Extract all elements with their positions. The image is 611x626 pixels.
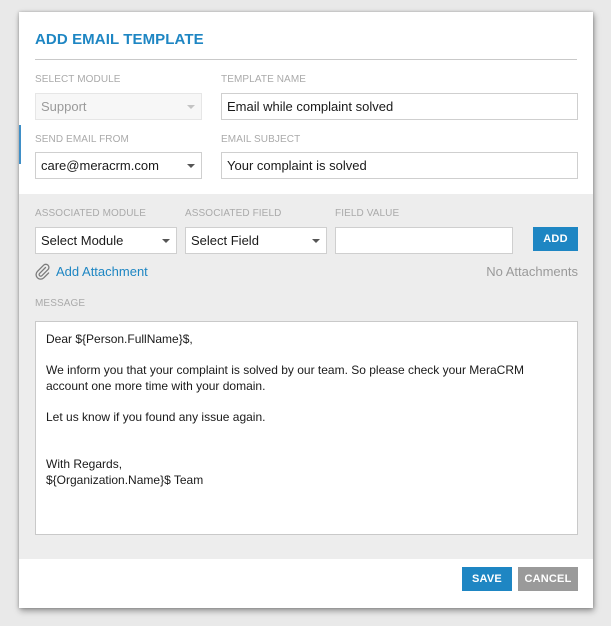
title-divider bbox=[35, 59, 577, 60]
send-email-from-dropdown[interactable]: care@meracrm.com bbox=[35, 152, 202, 179]
associated-module-value: Select Module bbox=[41, 233, 124, 248]
message-signature: ${Organization.Name}$ Team bbox=[46, 473, 204, 487]
associated-field-label: ASSOCIATED FIELD bbox=[185, 208, 282, 219]
send-email-from-value: care@meracrm.com bbox=[41, 158, 159, 173]
chevron-down-icon bbox=[162, 239, 170, 243]
message-editor[interactable]: Dear ${Person.FullName}$, We inform you … bbox=[35, 321, 578, 535]
template-name-label: TEMPLATE NAME bbox=[221, 74, 307, 85]
cancel-button[interactable]: CANCEL bbox=[518, 567, 578, 591]
associated-field-dropdown[interactable]: Select Field bbox=[185, 227, 327, 254]
email-subject-label: EMAIL SUBJECT bbox=[221, 134, 301, 145]
chevron-down-icon bbox=[312, 239, 320, 243]
add-field-button[interactable]: ADD bbox=[533, 227, 578, 251]
save-button[interactable]: SAVE bbox=[462, 567, 512, 591]
email-subject-value: Your complaint is solved bbox=[227, 158, 367, 173]
add-attachment-label: Add Attachment bbox=[56, 263, 148, 279]
select-module-dropdown: Support bbox=[35, 93, 202, 120]
field-value-label: FIELD VALUE bbox=[335, 208, 400, 219]
message-body-line: We inform you that your complaint is sol… bbox=[46, 363, 524, 377]
paperclip-icon bbox=[35, 263, 50, 280]
field-value-input[interactable] bbox=[335, 227, 513, 254]
field-value-text[interactable] bbox=[341, 228, 512, 253]
dialog-title: ADD EMAIL TEMPLATE bbox=[35, 31, 204, 48]
focus-accent-bar bbox=[19, 125, 21, 164]
message-greeting: Dear ${Person.FullName}$, bbox=[46, 332, 193, 346]
select-module-value: Support bbox=[41, 99, 87, 114]
message-body-line: Let us know if you found any issue again… bbox=[46, 410, 266, 424]
select-module-label: SELECT MODULE bbox=[35, 74, 121, 85]
attachment-status: No Attachments bbox=[486, 264, 578, 279]
associated-field-value: Select Field bbox=[191, 233, 259, 248]
message-label: MESSAGE bbox=[35, 298, 86, 309]
chevron-down-icon bbox=[187, 164, 195, 168]
chevron-down-icon bbox=[187, 105, 195, 109]
message-closing: With Regards, bbox=[46, 457, 123, 471]
message-body-line: account one more time with your domain. bbox=[46, 379, 266, 393]
template-name-field[interactable]: Email while complaint solved bbox=[221, 93, 578, 120]
email-subject-field[interactable]: Your complaint is solved bbox=[221, 152, 578, 179]
template-name-value: Email while complaint solved bbox=[227, 99, 394, 114]
associated-module-dropdown[interactable]: Select Module bbox=[35, 227, 177, 254]
send-email-from-label: SEND EMAIL FROM bbox=[35, 134, 129, 145]
add-attachment-link[interactable]: Add Attachment bbox=[35, 262, 148, 280]
associated-module-label: ASSOCIATED MODULE bbox=[35, 208, 146, 219]
add-email-template-dialog: ADD EMAIL TEMPLATE SELECT MODULE Support… bbox=[19, 12, 593, 608]
